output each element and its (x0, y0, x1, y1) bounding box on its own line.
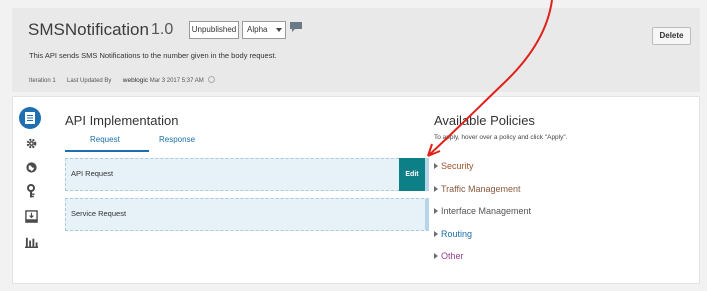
service-request-box[interactable]: Service Request (65, 198, 429, 231)
api-description: This API sends SMS Notifications to the … (29, 51, 277, 60)
sidebar (13, 97, 49, 283)
iteration-label: Iteration (29, 78, 51, 84)
policy-label: Traffic Management (441, 184, 521, 194)
caret-right-icon (434, 253, 438, 259)
nav-deployment-deploy-icon[interactable] (22, 207, 40, 225)
gear-icon (26, 138, 36, 148)
nav-api-implementation-document-icon[interactable] (19, 107, 41, 129)
policy-interface-management[interactable]: Interface Management (434, 206, 531, 216)
policy-label: Interface Management (441, 206, 532, 216)
updated-by-user: weblogic (122, 77, 149, 84)
nav-analytics-icon[interactable] (22, 232, 40, 250)
tab-request[interactable]: Request (90, 135, 120, 144)
api-version: 1.0 (151, 21, 174, 38)
status-button[interactable]: Unpublished (189, 21, 239, 39)
globe-icon (25, 161, 37, 173)
channel-select[interactable]: Alpha (242, 21, 286, 39)
policy-other[interactable]: Other (434, 251, 464, 261)
api-request-label: API Request (71, 169, 114, 178)
nav-grants-globe-icon[interactable] (22, 158, 40, 176)
policy-routing[interactable]: Routing (434, 229, 472, 239)
policy-label: Security (441, 161, 474, 171)
clock-icon (208, 76, 216, 83)
document-icon (25, 112, 35, 124)
caret-right-icon (434, 208, 438, 214)
updated-date: Mar 3 2017 5:37 AM (149, 78, 204, 84)
tab-response[interactable]: Response (159, 135, 195, 144)
caret-right-icon (434, 231, 438, 237)
implementation-title: API Implementation (65, 113, 179, 128)
channel-select-value: Alpha (247, 25, 268, 34)
iteration-value: 1 (52, 78, 56, 84)
api-title: SMSNotification (28, 20, 149, 39)
key-icon (27, 184, 35, 198)
policies-hint: To apply, hover over a policy and click … (434, 134, 568, 141)
caret-right-icon (434, 163, 438, 169)
caret-right-icon (434, 186, 438, 192)
policies-title: Available Policies (434, 113, 535, 128)
nav-settings-gear-icon[interactable] (22, 134, 40, 152)
policy-traffic-management[interactable]: Traffic Management (434, 184, 521, 194)
policy-label: Other (441, 251, 464, 261)
api-request-box[interactable]: API Request (65, 158, 429, 191)
chevron-down-icon (276, 28, 282, 32)
updated-by-label: Last Updated By (67, 78, 112, 84)
nav-keys-key-icon[interactable] (22, 182, 40, 200)
main-panel: API Implementation Request Response API … (12, 96, 700, 284)
active-tab-indicator (65, 150, 149, 152)
analytics-icon (24, 237, 38, 248)
policy-label: Routing (441, 229, 473, 239)
deploy-icon (24, 209, 38, 223)
api-meta: Iteration 1 Last Updated By weblogic Mar… (29, 76, 216, 84)
service-request-label: Service Request (71, 209, 127, 218)
delete-button[interactable]: Delete (652, 27, 691, 45)
policy-security[interactable]: Security (434, 161, 474, 171)
comment-icon[interactable] (290, 22, 302, 32)
api-header: SMSNotification 1.0 Unpublished Alpha De… (12, 8, 700, 92)
edit-button[interactable]: Edit (399, 158, 425, 191)
